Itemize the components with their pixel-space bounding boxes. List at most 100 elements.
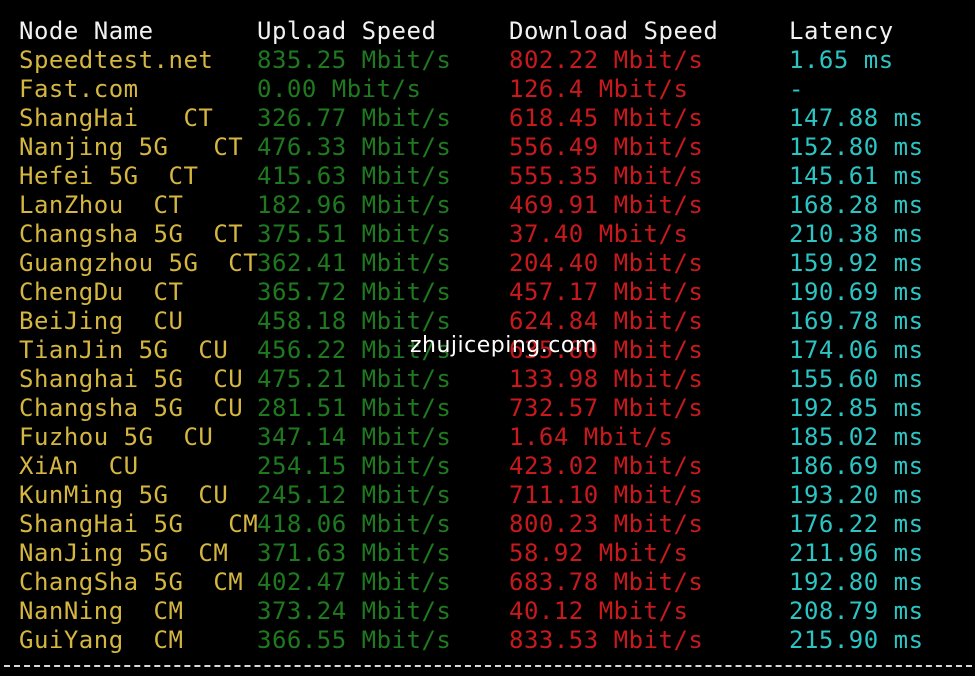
download-speed-cell: 683.78 Mbit/s [509,568,704,596]
node-name-cell: LanZhou CT [19,191,184,219]
latency-cell: 152.80 ms [789,133,924,161]
table-row: NanJing 5G CM 371.63 Mbit/s 58.92 Mbit/s 21… [19,539,969,568]
upload-speed-cell: 245.12 Mbit/s [257,481,452,509]
upload-speed-cell: 326.77 Mbit/s [257,104,452,132]
upload-speed-cell: 371.63 Mbit/s [257,539,452,567]
download-speed-cell: 40.12 Mbit/s [509,597,689,625]
latency-cell: 155.60 ms [789,365,924,393]
node-name-cell: NanJing 5G CM [19,539,229,567]
download-speed-cell: 423.02 Mbit/s [509,452,704,480]
latency-cell: 145.61 ms [789,162,924,190]
latency-cell: 208.79 ms [789,597,924,625]
table-row: Nanjing 5G CT 476.33 Mbit/s 556.49 Mbit/s 1… [19,133,969,162]
upload-speed-cell: 281.51 Mbit/s [257,394,452,422]
download-speed-cell: 126.4 Mbit/s [509,75,689,103]
table-row: ChengDu CT 365.72 Mbit/s 457.17 Mbit/s 190.… [19,278,969,307]
table-row: LanZhou CT 182.96 Mbit/s 469.91 Mbit/s 168.… [19,191,969,220]
download-speed-cell: 711.10 Mbit/s [509,481,704,509]
table-row: ShangHai 5G CM 418.06 Mbit/s 800.23 Mbit/s… [19,510,969,539]
latency-cell: 193.20 ms [789,481,924,509]
latency-cell: 186.69 ms [789,452,924,480]
node-name-cell: NanNing CM [19,597,184,625]
upload-speed-cell: 182.96 Mbit/s [257,191,452,219]
header-upload-speed: Upload Speed [257,17,437,45]
download-speed-cell: 624.84 Mbit/s [509,307,704,335]
latency-cell: 190.69 ms [789,278,924,306]
upload-speed-cell: 373.24 Mbit/s [257,597,452,625]
download-speed-cell: 802.22 Mbit/s [509,46,704,74]
latency-cell: 210.38 ms [789,220,924,248]
table-row: Changsha 5G CT 375.51 Mbit/s 37.40 Mbit/s 2… [19,220,969,249]
latency-cell: 147.88 ms [789,104,924,132]
node-name-cell: KunMing 5G CU [19,481,229,509]
table-row: Hefei 5G CT 415.63 Mbit/s 555.35 Mbit/s 145… [19,162,969,191]
dashed-divider [4,665,972,667]
header-row: Node Name Upload Speed Download Speed La… [19,17,969,46]
upload-speed-cell: 458.18 Mbit/s [257,307,452,335]
table-row: KunMing 5G CU 245.12 Mbit/s 711.10 Mbit/s 1… [19,481,969,510]
latency-cell: 174.06 ms [789,336,924,364]
node-name-cell: Hefei 5G CT [19,162,199,190]
table-row: GuiYang CM 366.55 Mbit/s 833.53 Mbit/s 215.… [19,626,969,655]
node-name-cell: Shanghai 5G CU [19,365,244,393]
download-speed-cell: 37.40 Mbit/s [509,220,689,248]
latency-cell: 211.96 ms [789,539,924,567]
download-speed-cell: 133.98 Mbit/s [509,365,704,393]
table-row: Guangzhou 5G CT 362.41 Mbit/s 204.40 Mbit/… [19,249,969,278]
watermark: zhujiceping.com [410,333,597,358]
latency-cell: 176.22 ms [789,510,924,538]
upload-speed-cell: 254.15 Mbit/s [257,452,452,480]
download-speed-cell: 833.53 Mbit/s [509,626,704,654]
latency-cell: 192.85 ms [789,394,924,422]
download-speed-cell: 469.91 Mbit/s [509,191,704,219]
upload-speed-cell: 415.63 Mbit/s [257,162,452,190]
download-speed-cell: 618.45 Mbit/s [509,104,704,132]
node-name-cell: Guangzhou 5G CT [19,249,259,277]
table-row: Changsha 5G CU 281.51 Mbit/s 732.57 Mbit/s… [19,394,969,423]
download-speed-cell: 555.35 Mbit/s [509,162,704,190]
node-name-cell: Speedtest.net [19,46,214,74]
table-row: NanNing CM 373.24 Mbit/s 40.12 Mbit/s 208.7… [19,597,969,626]
latency-cell: 168.28 ms [789,191,924,219]
upload-speed-cell: 362.41 Mbit/s [257,249,452,277]
upload-speed-cell: 402.47 Mbit/s [257,568,452,596]
latency-cell: 215.90 ms [789,626,924,654]
table-row: ShangHai CT 326.77 Mbit/s 618.45 Mbit/s 147… [19,104,969,133]
latency-cell: 1.65 ms [789,46,894,74]
node-name-cell: GuiYang CM [19,626,184,654]
upload-speed-cell: 365.72 Mbit/s [257,278,452,306]
node-name-cell: Nanjing 5G CT [19,133,244,161]
header-node-name: Node Name [19,17,154,45]
download-speed-cell: 1.64 Mbit/s [509,423,674,451]
node-name-cell: Fuzhou 5G CU [19,423,214,451]
node-name-cell: ChengDu CT [19,278,184,306]
table-row: Speedtest.net 835.25 Mbit/s 802.22 Mbit/s 1… [19,46,969,75]
node-name-cell: BeiJing CU [19,307,184,335]
table-row: BeiJing CU 458.18 Mbit/s 624.84 Mbit/s 169.… [19,307,969,336]
download-speed-cell: 204.40 Mbit/s [509,249,704,277]
upload-speed-cell: 835.25 Mbit/s [257,46,452,74]
upload-speed-cell: 347.14 Mbit/s [257,423,452,451]
table-row: XiAn CU 254.15 Mbit/s 423.02 Mbit/s 186.69 … [19,452,969,481]
download-speed-cell: 556.49 Mbit/s [509,133,704,161]
upload-speed-cell: 366.55 Mbit/s [257,626,452,654]
latency-cell: 192.80 ms [789,568,924,596]
node-name-cell: ChangSha 5G CM [19,568,244,596]
node-name-cell: XiAn CU [19,452,139,480]
table-row: Fuzhou 5G CU 347.14 Mbit/s 1.64 Mbit/s 185.… [19,423,969,452]
node-name-cell: Fast.com [19,75,139,103]
upload-speed-cell: 0.00 Mbit/s [257,75,422,103]
header-latency: Latency [789,17,894,45]
node-name-cell: TianJin 5G CU [19,336,229,364]
node-name-cell: ShangHai CT [19,104,214,132]
download-speed-cell: 800.23 Mbit/s [509,510,704,538]
upload-speed-cell: 476.33 Mbit/s [257,133,452,161]
latency-cell: 159.92 ms [789,249,924,277]
download-speed-cell: 457.17 Mbit/s [509,278,704,306]
download-speed-cell: 732.57 Mbit/s [509,394,704,422]
latency-cell: - [789,75,804,103]
upload-speed-cell: 475.21 Mbit/s [257,365,452,393]
upload-speed-cell: 375.51 Mbit/s [257,220,452,248]
header-download-speed: Download Speed [509,17,719,45]
table-row: Shanghai 5G CU 475.21 Mbit/s 133.98 Mbit/s… [19,365,969,394]
